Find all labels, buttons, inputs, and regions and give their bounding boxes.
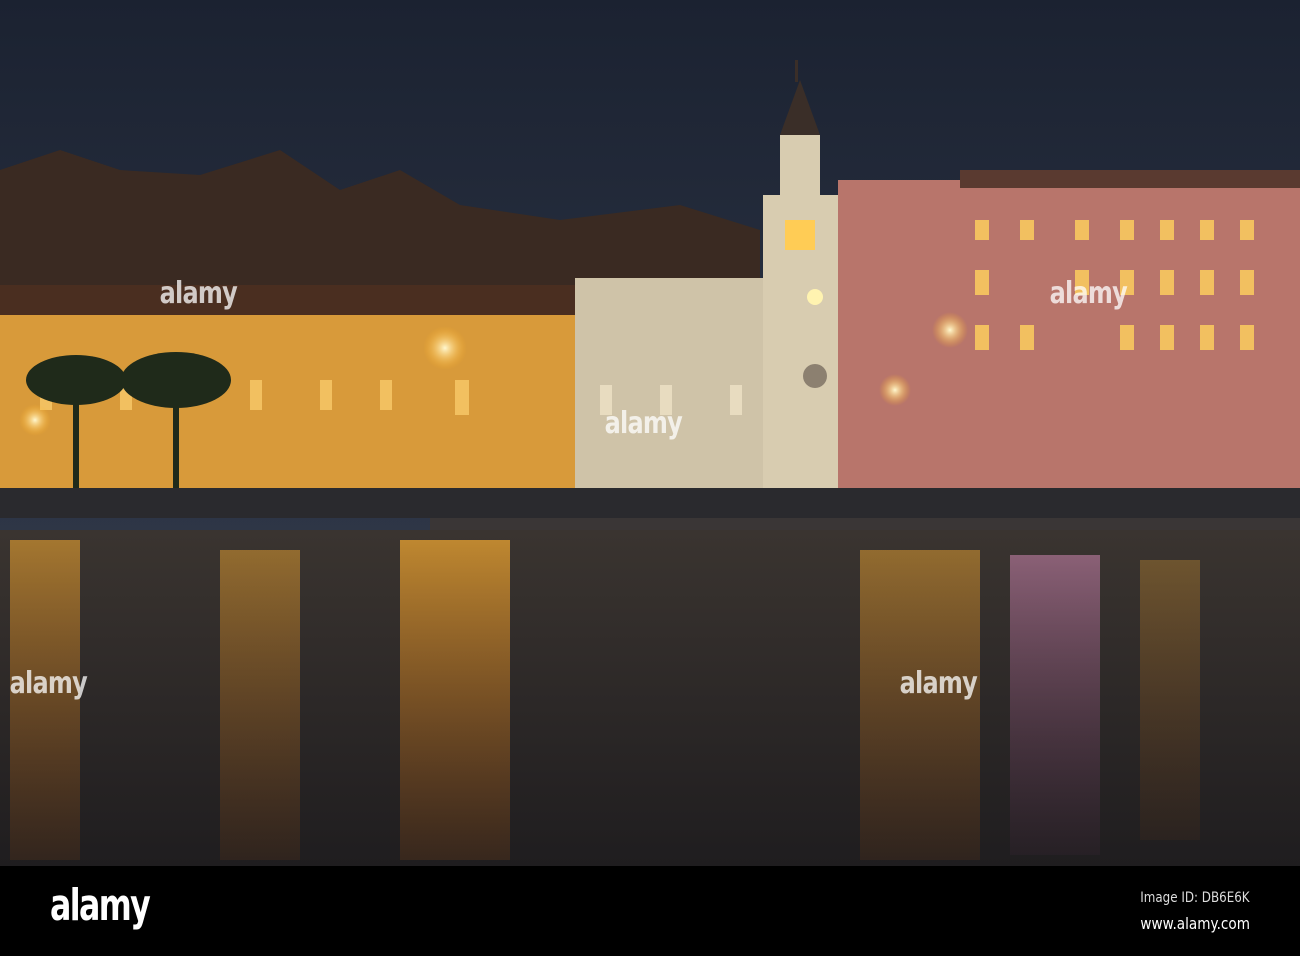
alamy-logo: alamy [50, 880, 151, 931]
water [0, 530, 1300, 866]
pink-building [838, 180, 1300, 490]
parked-cars [0, 488, 1300, 518]
site-url: www.alamy.com [1140, 914, 1250, 933]
watermark: alamy [604, 406, 683, 441]
street-light [423, 326, 467, 370]
image-id: Image ID: DB6E6K [1140, 890, 1250, 906]
watermark: alamy [899, 666, 978, 701]
watermark: alamy [159, 276, 238, 311]
watermark: alamy [1049, 276, 1128, 311]
footer-bar: alamy Image ID: DB6E6K www.alamy.com [0, 866, 1300, 956]
watermark: alamy [9, 666, 88, 701]
